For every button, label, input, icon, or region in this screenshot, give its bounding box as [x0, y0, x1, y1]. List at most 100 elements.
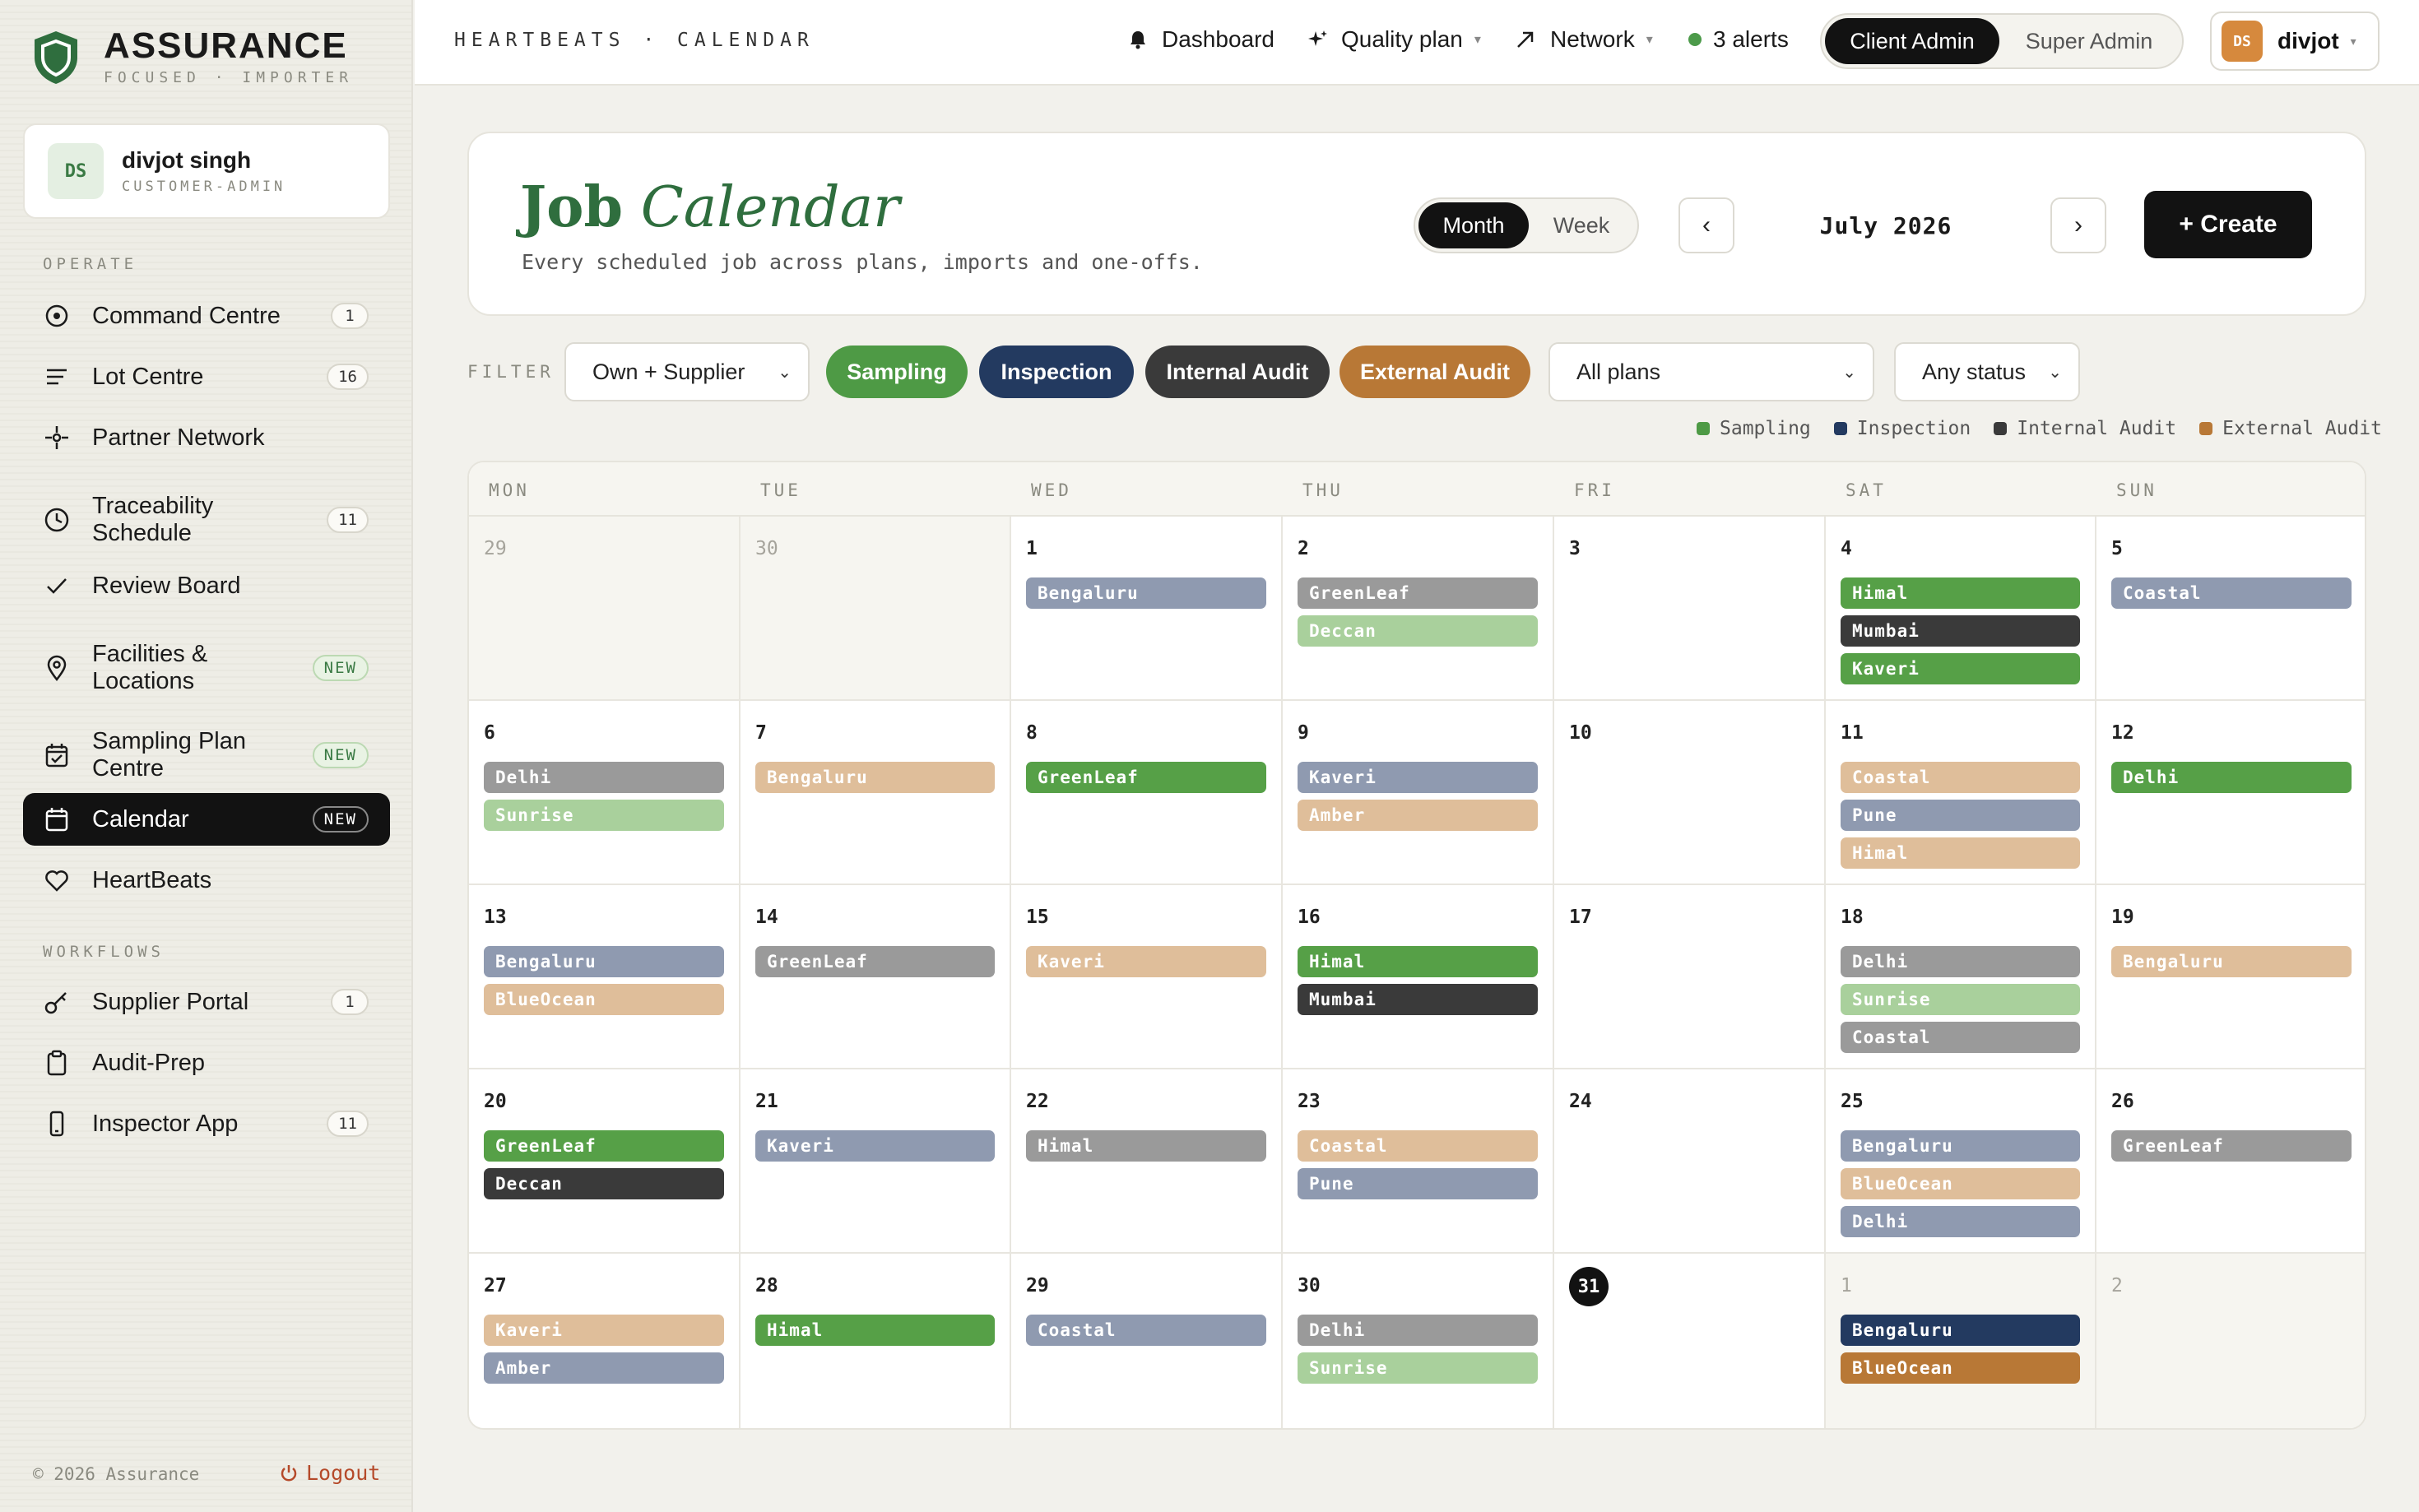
day-cell[interactable]: 22 Himal [1011, 1069, 1283, 1254]
sidebar-item-audit-prep[interactable]: Audit-Prep [23, 1037, 390, 1089]
next-month-button[interactable]: › [2050, 197, 2106, 253]
calendar-event[interactable]: Kaveri [484, 1315, 724, 1346]
user-card[interactable]: DS divjot singh CUSTOMER-ADMIN [23, 123, 390, 219]
calendar-event[interactable]: BlueOcean [484, 984, 724, 1015]
status-select[interactable]: Any status ⌄ [1894, 342, 2080, 401]
calendar-event[interactable]: Bengaluru [484, 946, 724, 977]
calendar-event[interactable]: Delhi [2111, 762, 2352, 793]
day-cell[interactable]: 2 GreenLeaf Deccan [1283, 517, 1554, 701]
view-month-button[interactable]: Month [1418, 202, 1529, 248]
alerts-indicator[interactable]: 3 alerts [1688, 26, 1789, 53]
sidebar-item-heartbeats[interactable]: HeartBeats [23, 854, 390, 907]
day-cell[interactable]: 30 Delhi Sunrise [1283, 1254, 1554, 1428]
calendar-event[interactable]: Delhi [1841, 946, 2080, 977]
day-cell[interactable]: 29 Coastal [1011, 1254, 1283, 1428]
brand[interactable]: ASSURANCE FOCUSED · IMPORTER [33, 28, 353, 86]
calendar-event[interactable]: Coastal [1841, 762, 2080, 793]
nav-network[interactable]: Network ▾ [1516, 26, 1653, 53]
sidebar-item-lot-centre[interactable]: Lot Centre 16 [23, 350, 390, 403]
filter-chip-external-audit[interactable]: External Audit [1340, 346, 1530, 398]
day-cell[interactable]: 31 [1554, 1254, 1826, 1428]
role-client-admin[interactable]: Client Admin [1825, 18, 1999, 64]
calendar-event[interactable]: Himal [1841, 837, 2080, 869]
day-cell[interactable]: 18 Delhi Sunrise Coastal [1826, 885, 2096, 1069]
calendar-event[interactable]: Delhi [1298, 1315, 1538, 1346]
calendar-event[interactable]: BlueOcean [1841, 1168, 2080, 1199]
calendar-event[interactable]: BlueOcean [1841, 1352, 2080, 1384]
calendar-event[interactable]: GreenLeaf [484, 1130, 724, 1162]
day-cell[interactable]: 10 [1554, 701, 1826, 885]
day-cell[interactable]: 20 GreenLeaf Deccan [469, 1069, 741, 1254]
filter-chip-sampling[interactable]: Sampling [826, 346, 968, 398]
day-cell[interactable]: 29 [469, 517, 741, 701]
calendar-event[interactable]: Kaveri [1841, 653, 2080, 684]
calendar-event[interactable]: GreenLeaf [755, 946, 995, 977]
sidebar-item-sampling-plan-centre[interactable]: Sampling Plan Centre NEW [23, 719, 390, 791]
sidebar-item-supplier-portal[interactable]: Supplier Portal 1 [23, 976, 390, 1028]
calendar-event[interactable]: Sunrise [484, 800, 724, 831]
day-cell[interactable]: 24 [1554, 1069, 1826, 1254]
day-cell[interactable]: 13 Bengaluru BlueOcean [469, 885, 741, 1069]
sidebar-item-calendar[interactable]: Calendar NEW [23, 793, 390, 846]
sidebar-item-facilities-locations[interactable]: Facilities & Locations NEW [23, 632, 390, 704]
calendar-event[interactable]: Pune [1841, 800, 2080, 831]
calendar-event[interactable]: Coastal [1026, 1315, 1266, 1346]
role-super-admin[interactable]: Super Admin [1999, 18, 2179, 64]
day-cell[interactable]: 1 Bengaluru [1011, 517, 1283, 701]
calendar-event[interactable]: GreenLeaf [2111, 1130, 2352, 1162]
day-cell[interactable]: 25 Bengaluru BlueOcean Delhi [1826, 1069, 2096, 1254]
logout-button[interactable]: Logout [280, 1461, 380, 1485]
calendar-event[interactable]: Amber [1298, 800, 1538, 831]
sidebar-item-inspector-app[interactable]: Inspector App 11 [23, 1097, 390, 1150]
calendar-event[interactable]: Mumbai [1298, 984, 1538, 1015]
sidebar-item-traceability-schedule[interactable]: Traceability Schedule 11 [23, 484, 390, 556]
nav-dashboard[interactable]: Dashboard [1129, 26, 1275, 53]
sidebar-item-command-centre[interactable]: Command Centre 1 [23, 290, 390, 342]
prev-month-button[interactable]: ‹ [1678, 197, 1734, 253]
day-cell[interactable]: 23 Coastal Pune [1283, 1069, 1554, 1254]
plans-select[interactable]: All plans ⌄ [1548, 342, 1874, 401]
day-cell[interactable]: 28 Himal [741, 1254, 1011, 1428]
day-cell[interactable]: 1 Bengaluru BlueOcean [1826, 1254, 2096, 1428]
calendar-event[interactable]: Himal [1298, 946, 1538, 977]
day-cell[interactable]: 16 Himal Mumbai [1283, 885, 1554, 1069]
day-cell[interactable]: 17 [1554, 885, 1826, 1069]
calendar-event[interactable]: Himal [1841, 577, 2080, 609]
calendar-event[interactable]: Himal [755, 1315, 995, 1346]
calendar-event[interactable]: Coastal [1298, 1130, 1538, 1162]
calendar-event[interactable]: Kaveri [755, 1130, 995, 1162]
profile-menu[interactable]: DS divjot ▾ [2210, 12, 2380, 71]
calendar-event[interactable]: Sunrise [1841, 984, 2080, 1015]
calendar-event[interactable]: Sunrise [1298, 1352, 1538, 1384]
day-cell[interactable]: 19 Bengaluru [2096, 885, 2365, 1069]
calendar-event[interactable]: Mumbai [1841, 615, 2080, 647]
sidebar-item-review-board[interactable]: Review Board [23, 559, 390, 612]
calendar-event[interactable]: Bengaluru [1841, 1315, 2080, 1346]
calendar-event[interactable]: Bengaluru [2111, 946, 2352, 977]
day-cell[interactable]: 2 [2096, 1254, 2365, 1428]
day-cell[interactable]: 26 GreenLeaf [2096, 1069, 2365, 1254]
day-cell[interactable]: 3 [1554, 517, 1826, 701]
calendar-event[interactable]: Bengaluru [755, 762, 995, 793]
day-cell[interactable]: 4 Himal Mumbai Kaveri [1826, 517, 2096, 701]
calendar-event[interactable]: Coastal [2111, 577, 2352, 609]
calendar-event[interactable]: Amber [484, 1352, 724, 1384]
day-cell[interactable]: 30 [741, 517, 1011, 701]
calendar-event[interactable]: Delhi [1841, 1206, 2080, 1237]
day-cell[interactable]: 6 Delhi Sunrise [469, 701, 741, 885]
day-cell[interactable]: 27 Kaveri Amber [469, 1254, 741, 1428]
calendar-event[interactable]: Himal [1026, 1130, 1266, 1162]
calendar-event[interactable]: GreenLeaf [1298, 577, 1538, 609]
calendar-event[interactable]: Deccan [484, 1168, 724, 1199]
calendar-event[interactable]: Deccan [1298, 615, 1538, 647]
calendar-event[interactable]: Bengaluru [1026, 577, 1266, 609]
day-cell[interactable]: 11 Coastal Pune Himal [1826, 701, 2096, 885]
calendar-event[interactable]: Kaveri [1026, 946, 1266, 977]
filter-chip-internal-audit[interactable]: Internal Audit [1145, 346, 1330, 398]
day-cell[interactable]: 15 Kaveri [1011, 885, 1283, 1069]
calendar-event[interactable]: GreenLeaf [1026, 762, 1266, 793]
day-cell[interactable]: 5 Coastal [2096, 517, 2365, 701]
day-cell[interactable]: 21 Kaveri [741, 1069, 1011, 1254]
day-cell[interactable]: 8 GreenLeaf [1011, 701, 1283, 885]
filter-chip-inspection[interactable]: Inspection [979, 346, 1134, 398]
